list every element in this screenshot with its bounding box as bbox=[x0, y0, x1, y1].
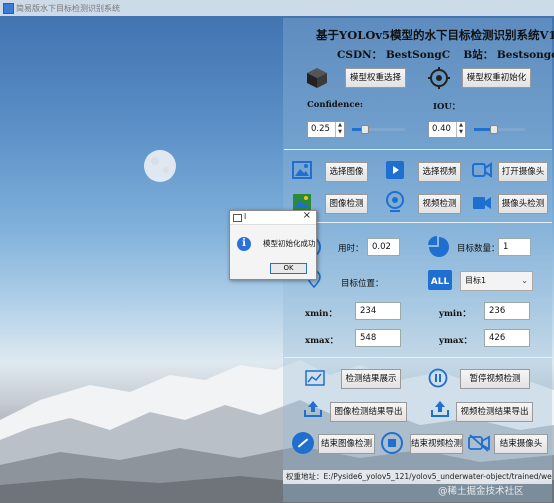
pause-icon bbox=[428, 368, 448, 388]
xmin-field[interactable]: 234 bbox=[355, 302, 401, 320]
pause-video-button[interactable]: 暂停视频检测 bbox=[460, 369, 530, 389]
video-detect-button[interactable]: 视频检测 bbox=[418, 194, 461, 214]
iou-slider[interactable] bbox=[474, 125, 525, 134]
open-camera-button[interactable]: 打开摄像头 bbox=[498, 162, 548, 182]
all-icon: ALL bbox=[428, 270, 452, 290]
iou-value: 0.40 bbox=[432, 124, 451, 134]
ymax-label: ymax： bbox=[439, 336, 473, 346]
time-field[interactable]: 0.02 bbox=[367, 238, 400, 256]
export-video-icon bbox=[431, 401, 449, 417]
divider bbox=[284, 222, 552, 223]
iou-label: IOU： bbox=[433, 102, 461, 112]
watermark: @稀土掘金技术社区 bbox=[438, 486, 524, 497]
bili-label: B站： bbox=[463, 49, 494, 61]
video-icon bbox=[386, 161, 404, 179]
close-icon[interactable]: × bbox=[303, 210, 311, 221]
info-icon: i bbox=[237, 237, 251, 251]
divider bbox=[284, 149, 552, 150]
svg-text:ALL: ALL bbox=[431, 277, 450, 287]
xmax-label: xmax： bbox=[305, 336, 339, 346]
iou-slider-handle[interactable] bbox=[490, 125, 498, 134]
stop-image-icon bbox=[292, 432, 314, 454]
message-dialog: I × i 模型初始化成功 OK bbox=[229, 210, 317, 280]
camera-detect-button[interactable]: 摄像头检测 bbox=[498, 194, 548, 214]
export-video-button[interactable]: 视频检测结果导出 bbox=[456, 402, 533, 422]
show-result-button[interactable]: 检测结果展示 bbox=[341, 369, 401, 389]
ymax-field[interactable]: 426 bbox=[484, 329, 530, 347]
confidence-spinbox[interactable]: 0.25 ▲ ▼ bbox=[307, 121, 345, 138]
camera-icon bbox=[472, 162, 492, 178]
spin-arrows-icon[interactable]: ▲ ▼ bbox=[456, 122, 465, 137]
confidence-slider-handle[interactable] bbox=[361, 125, 369, 134]
dialog-title: I bbox=[244, 212, 247, 221]
csdn-label: CSDN： bbox=[337, 49, 383, 61]
app-window: 简易版水下目标检测识别系统 基于YOLOv5模型的水下目标检测识别系统V1.0 … bbox=[0, 0, 554, 503]
spin-arrows-icon[interactable]: ▲ ▼ bbox=[335, 122, 344, 137]
cube-icon bbox=[307, 68, 327, 88]
image-icon bbox=[292, 161, 312, 179]
export-icon bbox=[304, 401, 322, 417]
model-select-button[interactable]: 模型权重选择 bbox=[345, 68, 406, 88]
line-chart-icon bbox=[305, 370, 325, 386]
time-label: 用时： bbox=[338, 244, 364, 254]
export-image-button[interactable]: 图像检测结果导出 bbox=[330, 402, 407, 422]
dialog-titlebar: I × bbox=[230, 210, 316, 225]
target-select[interactable]: 目标1 ⌄ bbox=[460, 271, 533, 291]
pie-chart-icon bbox=[428, 236, 449, 257]
count-label: 目标数量： bbox=[457, 244, 500, 254]
end-image-detect-button[interactable]: 结束图像检测 bbox=[318, 434, 375, 454]
confidence-label: Confidence: bbox=[307, 100, 364, 110]
webcam-icon bbox=[386, 191, 404, 212]
csdn-value: BestSongC bbox=[385, 49, 451, 61]
dialog-window-icon bbox=[233, 214, 242, 222]
select-video-button[interactable]: 选择视频 bbox=[418, 162, 461, 182]
window-titlebar: 简易版水下目标检测识别系统 bbox=[0, 0, 554, 16]
camera-detect-icon bbox=[473, 197, 491, 209]
count-field[interactable]: 1 bbox=[498, 238, 531, 256]
image-detect-button[interactable]: 图像检测 bbox=[325, 194, 368, 214]
model-init-button[interactable]: 模型权重初始化 bbox=[462, 68, 531, 88]
ok-button[interactable]: OK bbox=[270, 263, 307, 274]
end-video-detect-button[interactable]: 结束视频检测 bbox=[410, 434, 463, 454]
target-select-value: 目标1 bbox=[465, 276, 487, 285]
ymin-field[interactable]: 236 bbox=[484, 302, 530, 320]
ymin-label: ymin： bbox=[439, 309, 471, 319]
confidence-value: 0.25 bbox=[311, 124, 330, 134]
confidence-slider[interactable] bbox=[352, 125, 405, 134]
iou-spinbox[interactable]: 0.40 ▲ ▼ bbox=[428, 121, 466, 138]
author-line: CSDN： BestSongC B站： Bestsongc bbox=[337, 47, 554, 62]
app-title: 基于YOLOv5模型的水下目标检测识别系统V1.0 bbox=[316, 28, 554, 42]
camera-off-icon bbox=[468, 434, 490, 452]
select-image-button[interactable]: 选择图像 bbox=[325, 162, 368, 182]
weights-path-status: 权重地址：E:/Pyside6_yolov5_121/yolov5_underw… bbox=[283, 470, 552, 484]
end-camera-button[interactable]: 结束摄像头 bbox=[494, 434, 548, 454]
xmax-field[interactable]: 548 bbox=[355, 329, 401, 347]
bili-value: Bestsongc bbox=[496, 49, 554, 61]
stop-video-icon bbox=[381, 432, 403, 454]
chevron-down-icon[interactable]: ⌄ bbox=[521, 272, 528, 290]
app-icon bbox=[3, 3, 14, 14]
control-panel bbox=[283, 18, 552, 502]
target-gear-icon bbox=[428, 67, 450, 89]
xmin-label: xmin： bbox=[305, 309, 337, 319]
window-title: 简易版水下目标检测识别系统 bbox=[16, 4, 120, 13]
position-label: 目标位置： bbox=[341, 279, 384, 289]
divider bbox=[284, 357, 552, 358]
image-detect-icon bbox=[293, 194, 311, 210]
dialog-message: 模型初始化成功 bbox=[263, 239, 316, 248]
